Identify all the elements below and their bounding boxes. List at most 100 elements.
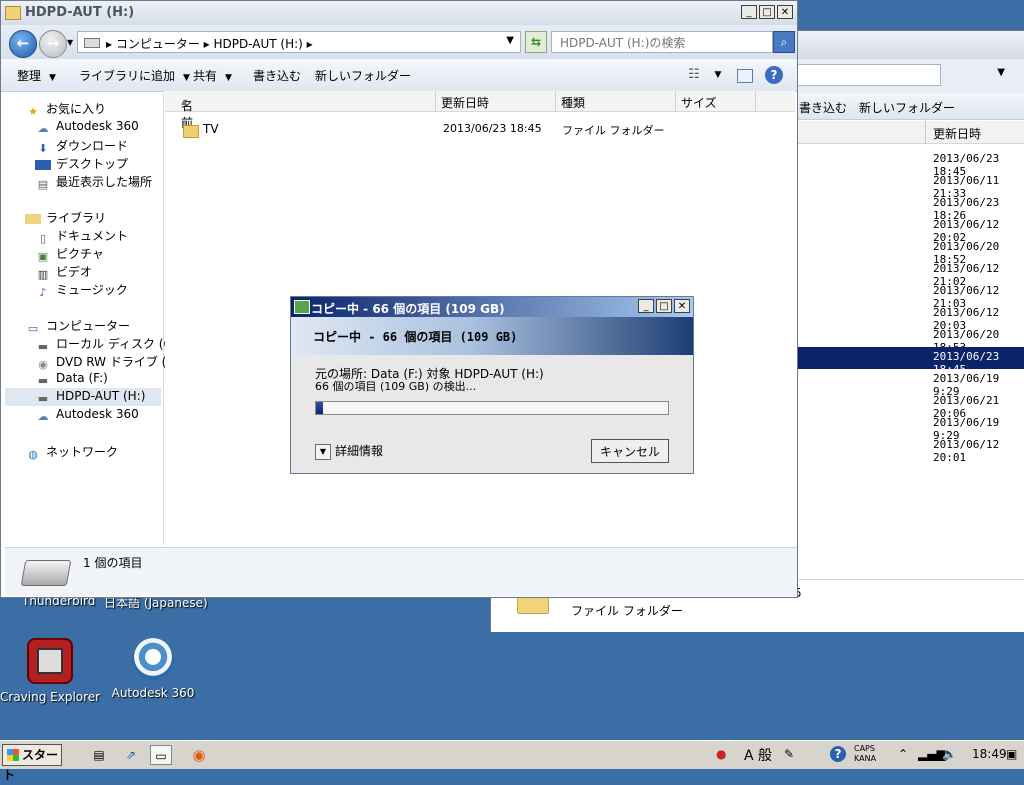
- cloud-icon: ☁: [37, 122, 49, 135]
- column-modified[interactable]: 更新日時: [441, 94, 489, 111]
- video-icon: ▥: [37, 268, 49, 281]
- ime-mode-indicator[interactable]: A 般: [744, 745, 772, 765]
- search-icon[interactable]: ⌕: [773, 31, 795, 53]
- minimize-button[interactable]: _: [638, 299, 654, 313]
- bg-burn-button[interactable]: 書き込む: [799, 99, 847, 116]
- file-type: ファイル フォルダー: [562, 124, 665, 137]
- file-name[interactable]: TV: [203, 122, 219, 136]
- nav-item-label: HDPD-AUT (H:): [56, 389, 146, 403]
- new-folder-button[interactable]: 新しいフォルダー: [315, 67, 411, 84]
- address-path[interactable]: ▸ コンピューター ▸ HDPD-AUT (H:) ▸: [106, 35, 313, 52]
- nav-autodesk-360-computer[interactable]: ☁ Autodesk 360: [35, 407, 139, 425]
- details-pane: 1 個の項目: [5, 547, 797, 596]
- navigation-bar: ← → ▼ ▸ コンピューター ▸ HDPD-AUT (H:) ▸ ▼ ⇆ ⌕: [1, 25, 797, 59]
- close-button[interactable]: ✕: [674, 299, 690, 313]
- refresh-button[interactable]: ⇆: [525, 31, 547, 53]
- progress-bar: [315, 401, 669, 415]
- address-bar[interactable]: ▸ コンピューター ▸ HDPD-AUT (H:) ▸ ▼: [77, 31, 521, 53]
- nav-item-label: Autodesk 360: [56, 119, 139, 133]
- nav-item-label: ドキュメント: [56, 229, 129, 243]
- nav-autodesk-360[interactable]: ☁ Autodesk 360: [35, 119, 139, 137]
- maximize-button[interactable]: □: [656, 299, 672, 313]
- document-icon: ▯: [39, 232, 47, 245]
- navigation-pane: ★ お気に入り ☁ Autodesk 360 ⬇ ダウンロード デスクトップ ▤ 最近表…: [5, 93, 183, 545]
- windows-logo-icon: [7, 749, 19, 761]
- show-desktop-icon[interactable]: ▤: [88, 745, 110, 765]
- nav-dvd-drive-e[interactable]: ◉ DVD RW ドライブ (E:): [35, 353, 182, 371]
- back-button[interactable]: ←: [9, 30, 37, 58]
- nav-hdpd-aut-h[interactable]: ▬ HDPD-AUT (H:): [5, 388, 161, 406]
- taskbar-explorer-button[interactable]: ▭: [150, 745, 172, 765]
- chevron-down-icon: ▼: [225, 73, 232, 83]
- share-button[interactable]: 共有 ▼: [193, 67, 232, 84]
- nav-item-label: ミュージック: [56, 283, 128, 297]
- history-dropdown-icon[interactable]: ▼: [67, 38, 73, 47]
- desktop-icon-autodesk-360[interactable]: Autodesk 360: [103, 638, 203, 700]
- nav-pictures[interactable]: ▣ ピクチャ: [35, 245, 104, 263]
- forward-button[interactable]: →: [39, 30, 67, 58]
- sort-ascending-icon: ▲: [181, 97, 188, 106]
- caps-kana-indicator: CAPS KANA: [854, 744, 876, 764]
- drive-icon: ▬: [37, 374, 49, 387]
- minimize-button[interactable]: _: [741, 5, 757, 19]
- organize-button[interactable]: 整理 ▼: [17, 67, 56, 84]
- dialog-titlebar[interactable]: コピー中 - 66 個の項目 (109 GB) _ □ ✕: [291, 297, 693, 317]
- help-icon[interactable]: ?: [765, 66, 783, 84]
- kana-label: KANA: [854, 754, 877, 763]
- switch-windows-icon[interactable]: ⇗: [120, 745, 142, 765]
- maximize-button[interactable]: □: [759, 5, 775, 19]
- command-toolbar: 整理 ▼ ライブラリに追加 ▼ 共有 ▼ 書き込む 新しいフォルダー ☷ ▼ ?: [1, 59, 797, 92]
- cancel-button[interactable]: キャンセル: [591, 439, 669, 463]
- autodesk-360-icon: [132, 638, 174, 680]
- column-type[interactable]: 種類: [561, 94, 585, 111]
- more-info-toggle[interactable]: ▼ 詳細情報: [315, 442, 383, 460]
- window-titlebar[interactable]: HDPD-AUT (H:) _ □ ✕: [1, 1, 797, 25]
- nav-desktop[interactable]: デスクトップ: [35, 155, 128, 173]
- copy-status-line: 66 個の項目 (109 GB) の検出...: [315, 380, 477, 393]
- nav-documents[interactable]: ▯ ドキュメント: [35, 227, 128, 245]
- address-dropdown-icon[interactable]: ▼: [506, 35, 514, 46]
- nav-computer[interactable]: ▭ コンピューター: [25, 317, 130, 335]
- nav-network[interactable]: ◍ ネットワーク: [25, 443, 118, 461]
- nav-favorites[interactable]: ★ お気に入り: [25, 100, 106, 118]
- column-size[interactable]: サイズ: [681, 94, 717, 111]
- clock[interactable]: 18:49: [972, 747, 1007, 761]
- nav-downloads[interactable]: ⬇ ダウンロード: [35, 137, 128, 155]
- copy-icon: [294, 300, 310, 314]
- view-dropdown-icon[interactable]: ▼: [709, 66, 727, 84]
- help-icon[interactable]: ?: [830, 746, 846, 762]
- copy-progress-dialog[interactable]: コピー中 - 66 個の項目 (109 GB) _ □ ✕ コピー中 - 66 …: [290, 296, 694, 474]
- chevron-down-icon[interactable]: ▼: [315, 443, 331, 460]
- bg-details-type: ファイル フォルダー: [571, 604, 683, 618]
- cloud-icon: ☁: [37, 410, 49, 423]
- bg-column-modified[interactable]: 更新日時: [933, 125, 981, 142]
- add-to-library-button[interactable]: ライブラリに追加 ▼: [79, 67, 190, 84]
- nav-recent-places[interactable]: ▤ 最近表示した場所: [35, 173, 152, 191]
- banner-text: コピー中 - 66 個の項目 (109 GB): [313, 330, 518, 344]
- show-hidden-icons[interactable]: ⌃: [898, 747, 908, 761]
- volume-icon[interactable]: 🔈: [942, 747, 957, 761]
- action-center-icon[interactable]: ▣: [1006, 747, 1017, 761]
- table-row[interactable]: TV 2013/06/23 18:45 ファイル フォルダー: [165, 119, 795, 139]
- nav-libraries-label: ライブラリ: [46, 211, 107, 225]
- search-box[interactable]: [551, 31, 773, 53]
- nav-music[interactable]: ♪ ミュージック: [35, 281, 128, 299]
- ime-tools-icon[interactable]: ✎: [784, 747, 794, 761]
- firefox-icon[interactable]: ◉: [188, 745, 210, 765]
- search-input[interactable]: [558, 33, 762, 53]
- nav-libraries[interactable]: ライブラリ: [25, 209, 106, 227]
- bg-new-folder-button[interactable]: 新しいフォルダー: [859, 99, 955, 116]
- back-arrow-icon: ←: [16, 34, 30, 52]
- preview-pane-icon[interactable]: [737, 69, 753, 83]
- desktop-icon-label: Craving Explorer: [0, 690, 101, 704]
- bg-address-dropdown-icon[interactable]: ▼: [997, 67, 1005, 78]
- nav-local-disk-c[interactable]: ▬ ローカル ディスク (C:): [35, 335, 181, 353]
- nav-videos[interactable]: ▥ ビデオ: [35, 263, 92, 281]
- desktop-icon-craving-explorer[interactable]: Craving Explorer: [0, 638, 100, 704]
- burn-button[interactable]: 書き込む: [253, 67, 301, 84]
- language-bar-icon[interactable]: ●: [716, 747, 726, 761]
- close-button[interactable]: ✕: [777, 5, 793, 19]
- nav-data-f[interactable]: ▬ Data (F:): [35, 371, 108, 389]
- start-button[interactable]: スタート: [2, 744, 62, 782]
- view-options-icon[interactable]: ☷: [685, 66, 703, 84]
